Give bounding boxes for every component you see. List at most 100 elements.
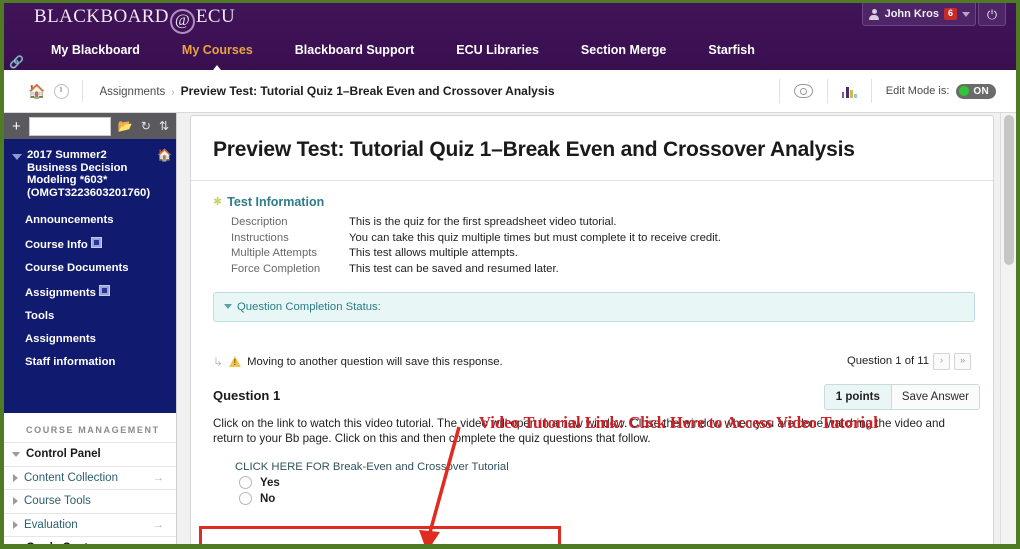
logo-at-icon: @ [169,9,195,34]
test-information-table: Description This is the quiz for the fir… [231,216,975,275]
answer-option-yes[interactable]: Yes [239,475,975,491]
nav-item-my-blackboard[interactable]: My Blackboard [30,41,161,59]
answer-option-label: Yes [260,476,280,489]
sidebar-item-tools[interactable]: Tools [4,304,176,327]
sidebar-item-course-tools[interactable]: Course Tools [4,489,176,513]
tutorial-link[interactable]: CLICK HERE FOR Break-Even and Crossover … [235,461,975,473]
test-panel: Preview Test: Tutorial Quiz 1–Break Even… [190,115,994,544]
main-content: Preview Test: Tutorial Quiz 1–Break Even… [177,113,1016,544]
sidebar-item-staff-information[interactable]: Staff information [4,350,176,373]
sidebar-item-label: Assignments [25,332,96,345]
notification-badge[interactable]: 6 [943,8,957,20]
radio-icon[interactable] [239,492,252,505]
edit-mode-switch[interactable]: ON [956,83,996,99]
add-menu-item-button[interactable]: + [10,119,23,134]
page-badge-icon [98,284,110,296]
warning-icon [229,356,242,367]
breadcrumb-icons: 🏠 [4,80,84,102]
save-answer-button[interactable]: Save Answer [890,385,979,409]
power-icon: ⏻ [986,6,998,22]
sidebar-item-label: Tools [25,309,55,322]
annotation-label: Video Tutorial Link: Click Here to Acces… [479,413,878,432]
link-icon: 🔗 [9,55,24,69]
course-title: 2017 Summer2 Business Decision Modeling … [27,149,172,199]
last-question-button[interactable]: » [954,352,971,370]
student-preview-button[interactable] [778,79,827,103]
home-icon[interactable]: 🏠 [28,84,45,98]
sidebar-item-label: Evaluation [24,518,78,531]
next-question-button[interactable]: › [933,352,950,370]
answer-area: CLICK HERE FOR Break-Even and Crossover … [213,461,975,507]
edit-mode-toggle[interactable]: Edit Mode is: ON [870,79,1010,103]
sidebar-item-label: Course Documents [25,261,129,274]
question-completion-status[interactable]: Question Completion Status: [213,291,975,322]
question-counter: Question 1 of 11 [846,355,929,367]
sidebar-item-label: Course Tools [24,495,91,508]
test-body: ✱ Test Information Description This is t… [191,181,993,544]
sidebar-item-label: Course Info [25,238,88,251]
person-icon [869,8,880,20]
save-notice-text: Moving to another question will save thi… [247,355,503,368]
chevron-down-icon[interactable] [12,154,22,160]
site-logo[interactable]: BLACKBOARD @ ECU [34,6,235,34]
sidebar-item-content-collection[interactable]: Content Collection → [4,465,176,490]
reports-button[interactable] [826,79,871,103]
course-title-text: 2017 Summer2 Business Decision Modeling … [27,149,151,199]
breadcrumb-tools: Edit Mode is: ON [778,70,1010,112]
edit-mode-value: ON [973,85,989,97]
status-dot-icon [959,86,970,96]
main-scrollbar[interactable] [1000,113,1016,544]
course-title-row[interactable]: 2017 Summer2 Business Decision Modeling … [4,149,176,199]
radio-icon[interactable] [239,476,252,489]
sidebar-item-announcements[interactable]: Announcements [4,208,176,231]
breadcrumb-parent[interactable]: Assignments [99,86,165,98]
sidebar-search-input[interactable] [28,116,111,136]
sidebar-item-label: Content Collection [24,471,118,484]
answer-option-no[interactable]: No [239,491,975,507]
test-info-value: This test allows multiple attempts. [349,247,518,259]
course-management: COURSE MANAGEMENT Control Panel Content … [4,413,176,549]
page-badge-icon [90,236,102,248]
question-completion-status-label: Question Completion Status: [237,300,381,313]
folder-icon[interactable]: 📂 [117,120,134,132]
sidebar-item-assignments-2[interactable]: Assignments [4,327,176,350]
scrollbar-thumb[interactable] [1004,115,1014,265]
logo-blackboard-text: BLACKBOARD [34,6,169,27]
refresh-icon[interactable]: ↻ [140,120,152,132]
question-points-bar: 1 points Save Answer [823,384,980,410]
clock-icon[interactable] [54,83,70,99]
breadcrumb: Assignments › Preview Test: Tutorial Qui… [83,84,554,98]
asterisk-icon: ✱ [213,195,223,208]
sidebar-item-control-panel[interactable]: Control Panel [4,442,176,466]
nav-item-my-courses[interactable]: My Courses [161,41,274,74]
sidebar-item-grade-center[interactable]: Grade Center → [4,536,176,549]
eye-icon [793,84,813,98]
nav-item-starfish[interactable]: Starfish [687,41,776,59]
sidebar-item-evaluation[interactable]: Evaluation → [4,512,176,537]
chevron-down-icon [224,304,232,309]
test-info-key: Multiple Attempts [231,247,318,259]
user-menu[interactable]: John Kros 6 [861,3,976,26]
logout-button[interactable]: ⏻ [978,3,1006,26]
sidebar-item-label: Control Panel [26,448,101,461]
save-notice-row: ↳ Moving to another question will save t… [213,352,975,372]
logo-ecu-text: ECU [195,6,236,27]
sidebar-item-course-documents[interactable]: Course Documents [4,256,176,279]
home-icon[interactable]: 🏠 [157,149,172,161]
sidebar-item-assignments[interactable]: Assignments [4,279,176,304]
main-nav: My Blackboard My Courses Blackboard Supp… [30,41,776,74]
edit-mode-label: Edit Mode is: [885,85,950,97]
test-info-key: Description [231,216,288,228]
sidebar-item-course-info[interactable]: Course Info [4,231,176,256]
sort-icon[interactable]: ⇅ [158,120,170,132]
nav-item-blackboard-support[interactable]: Blackboard Support [274,41,435,59]
sidebar-item-label: Assignments [25,286,96,299]
chevron-down-icon [962,11,970,17]
nav-item-section-merge[interactable]: Section Merge [560,41,687,59]
browser-page: BLACKBOARD @ ECU 🔗 John Kros 6 ⏻ My Blackb… [0,0,1020,549]
annotation-highlight-box [199,526,561,544]
test-information-title: Test Information [227,195,325,209]
nav-item-ecu-libraries[interactable]: ECU Libraries [435,41,560,59]
site-header: BLACKBOARD @ ECU 🔗 John Kros 6 ⏻ My Blackb… [4,3,1016,74]
arrow-right-icon: → [153,542,164,549]
